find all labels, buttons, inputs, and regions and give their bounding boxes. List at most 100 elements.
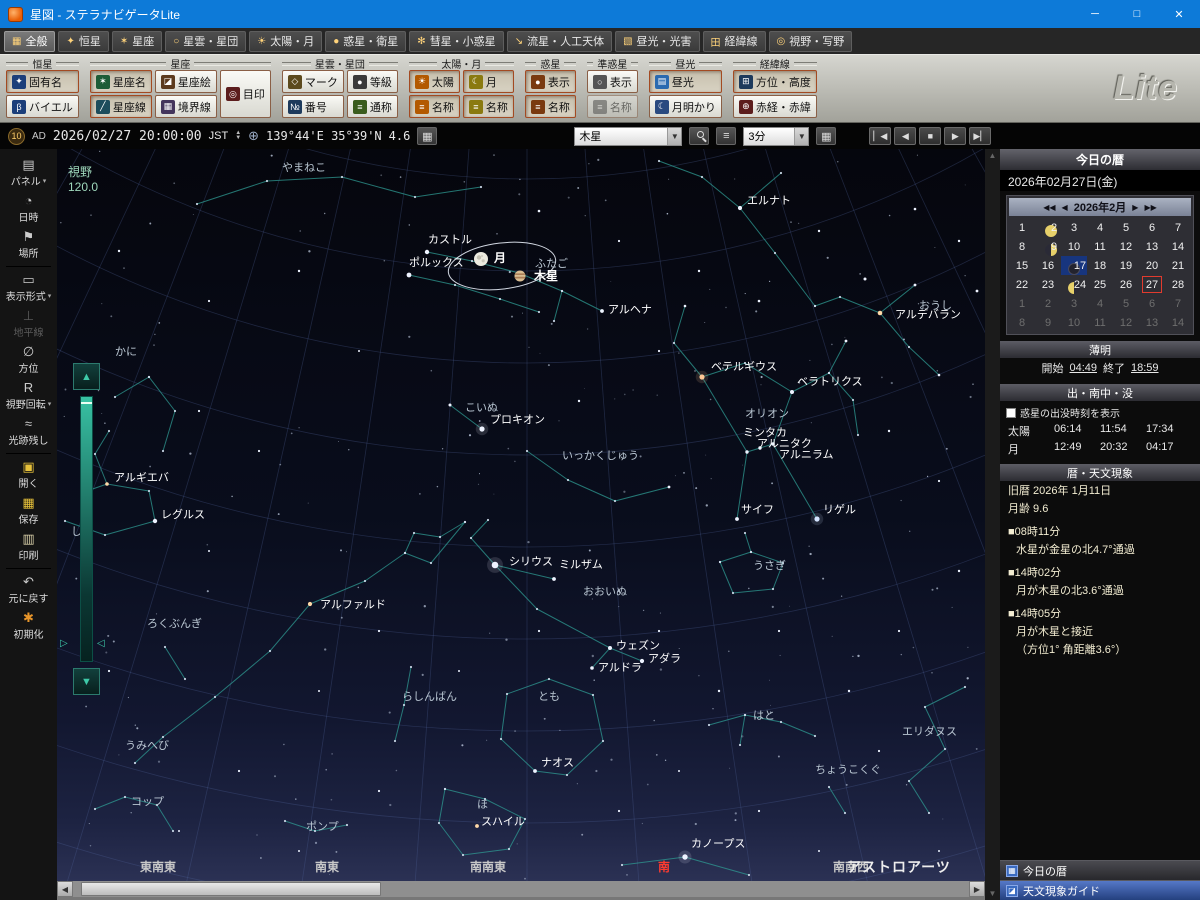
toolbar-button[interactable]: ⊕ 赤経・赤緯 (732, 95, 817, 118)
toolbar-button[interactable]: ◇ マーク (281, 70, 344, 93)
calendar-day[interactable]: 7 (1165, 218, 1191, 237)
moon-object[interactable] (474, 252, 488, 266)
calendar-day[interactable]: 4 (1087, 294, 1113, 313)
maximize-button[interactable]: □ (1116, 0, 1158, 28)
calendar-day[interactable]: 1 (1009, 218, 1035, 237)
ribbon-tab[interactable]: ◎ 視野・写野 (768, 30, 853, 52)
calendar-day[interactable]: 27 (1139, 275, 1165, 294)
scroll-up-icon[interactable]: ▲ (989, 151, 997, 160)
magnitude-value[interactable]: 4.6 (389, 129, 411, 143)
sidebar-item-datetime[interactable]: ◔ 日時 (0, 191, 57, 227)
toolbar-button[interactable]: ▦ 境界線 (154, 95, 217, 118)
zoom-slider-thumb[interactable] (81, 402, 92, 404)
ribbon-tab[interactable]: ✦ 恒星 (58, 30, 109, 52)
calendar-day[interactable]: 8 (1009, 313, 1035, 332)
chart-horizontal-scrollbar[interactable]: ◀ ▶ (57, 881, 985, 897)
toolbar-button[interactable]: ▤ 昼光 (648, 70, 722, 93)
zoom-slider[interactable] (80, 396, 93, 662)
playback-stop-button[interactable]: ■ (919, 127, 942, 145)
calendar-day[interactable]: 14 (1165, 237, 1191, 256)
calendar-day[interactable]: 9 (1035, 237, 1061, 256)
calendar-day[interactable]: 13 (1139, 237, 1165, 256)
toolbar-button[interactable]: ≡ 名称 (408, 95, 460, 118)
toolbar-button[interactable]: ◪ 星座絵 (154, 70, 217, 93)
toolbar-button[interactable]: ≡ 名称 (524, 95, 576, 118)
sidebar-item-display-format[interactable]: ▭ 表示形式 ▾ (0, 270, 57, 306)
toolbar-button[interactable]: ☀ 太陽 (408, 70, 460, 93)
toolbar-button[interactable]: ✶ 星座名 (89, 70, 152, 93)
calendar-day[interactable]: 22 (1009, 275, 1035, 294)
calendar-day[interactable]: 13 (1139, 313, 1165, 332)
hscroll-track[interactable] (73, 881, 969, 897)
chart-vertical-scrollbar[interactable]: ▲ ▼ (985, 149, 1000, 900)
playback-end-button[interactable]: ▶▏ (969, 127, 992, 145)
calendar-day[interactable]: 1 (1009, 294, 1035, 313)
toolbar-button[interactable]: ● 等級 (346, 70, 398, 93)
sidebar-item-horizon[interactable]: ⊥ 地平線 (0, 306, 57, 342)
object-list-icon[interactable]: ≡ (716, 127, 737, 145)
calendar-day[interactable]: 18 (1087, 256, 1113, 275)
checkbox-icon[interactable] (1006, 407, 1016, 418)
toolbar-button[interactable]: ◎ 目印 (219, 70, 271, 118)
target-select[interactable]: 木星 ▼ (574, 126, 683, 146)
ribbon-tab[interactable]: 田経緯線 (702, 30, 766, 52)
calendar-day[interactable]: 8 (1009, 237, 1035, 256)
toolbar-button[interactable]: № 番号 (281, 95, 344, 118)
playback-start-button[interactable]: ▏◀ (869, 127, 892, 145)
hscroll-thumb[interactable] (81, 882, 381, 896)
toolbar-button[interactable]: ● 表示 (524, 70, 576, 93)
calendar-day[interactable]: 3 (1061, 218, 1087, 237)
jupiter-object[interactable] (514, 270, 526, 282)
calendar-day[interactable]: 16 (1035, 256, 1061, 275)
sidebar-item-reset[interactable]: ✱ 初期化 (0, 608, 57, 644)
ribbon-tab[interactable]: ● 惑星・衛星 (325, 30, 407, 52)
chevron-down-icon[interactable]: ▼ (667, 127, 682, 145)
toolbar-button[interactable]: ╱ 星座線 (89, 95, 152, 118)
ribbon-tab[interactable]: ▦ 全般 (4, 30, 56, 52)
toolbar-button[interactable]: ⊞ 方位・高度 (732, 70, 817, 93)
calendar-day[interactable]: 5 (1113, 294, 1139, 313)
playback-play-button[interactable]: ▶ (944, 127, 967, 145)
toolbar-button[interactable]: ☾ 月明かり (648, 95, 722, 118)
calendar-day[interactable]: 19 (1113, 256, 1139, 275)
twilight-end-time[interactable]: 18:59 (1131, 362, 1159, 374)
toolbar-button[interactable]: ✦ 固有名 (6, 70, 79, 93)
calendar-day[interactable]: 6 (1139, 294, 1165, 313)
calendar-day[interactable]: 4 (1087, 218, 1113, 237)
panel-tab[interactable]: ▦ 今日の暦 (1000, 860, 1200, 880)
playback-reverse-button[interactable]: ◀ (894, 127, 917, 145)
calendar-day[interactable]: 12 (1113, 237, 1139, 256)
step-badge[interactable]: 10 (8, 127, 25, 145)
ribbon-tab[interactable]: ▧ 昼光・光害 (615, 30, 700, 52)
step-mode-icon[interactable]: ▦ (816, 127, 837, 145)
calendar-day[interactable]: 25 (1087, 275, 1113, 294)
calendar-day[interactable]: 21 (1165, 256, 1191, 275)
sidebar-item-save[interactable]: ▦ 保存 (0, 493, 57, 529)
twilight-start-time[interactable]: 04:49 (1069, 362, 1097, 374)
calendar-next-month-button[interactable]: ▶ (1132, 203, 1138, 212)
toolbar-button[interactable]: ≡ 通称 (346, 95, 398, 118)
toolbar-button[interactable]: ○ 表示 (586, 70, 638, 93)
calendar-day[interactable]: 15 (1009, 256, 1035, 275)
calendar-day[interactable]: 6 (1139, 218, 1165, 237)
calendar-day[interactable]: 11 (1087, 237, 1113, 256)
chevron-down-icon[interactable]: ▼ (794, 127, 809, 145)
calendar-day[interactable]: 2 (1035, 218, 1061, 237)
ribbon-tab[interactable]: ○ 星雲・星団 (165, 30, 247, 52)
calendar-day[interactable]: 14 (1165, 313, 1191, 332)
ribbon-tab[interactable]: ✻ 彗星・小惑星 (409, 30, 504, 52)
calendar-day[interactable]: 7 (1165, 294, 1191, 313)
calendar-day[interactable]: 10 (1061, 237, 1087, 256)
spin-down-icon[interactable]: ▼ (235, 135, 241, 141)
sidebar-item-direction[interactable]: ∅ 方位 (0, 342, 57, 378)
calendar-day[interactable]: 12 (1113, 313, 1139, 332)
search-icon[interactable] (689, 127, 710, 145)
toolbar-button[interactable]: β バイエル (6, 95, 79, 118)
calendar-day[interactable]: 23 (1035, 275, 1061, 294)
calendar-day[interactable]: 5 (1113, 218, 1139, 237)
ribbon-tab[interactable]: ✶ 星座 (111, 30, 163, 52)
calendar-day[interactable]: 11 (1087, 313, 1113, 332)
calendar-day[interactable]: 3 (1061, 294, 1087, 313)
show-planet-times-checkbox[interactable]: 惑星の出没時刻を表示 (1000, 401, 1200, 422)
calendar-day[interactable]: 17 (1061, 256, 1087, 275)
